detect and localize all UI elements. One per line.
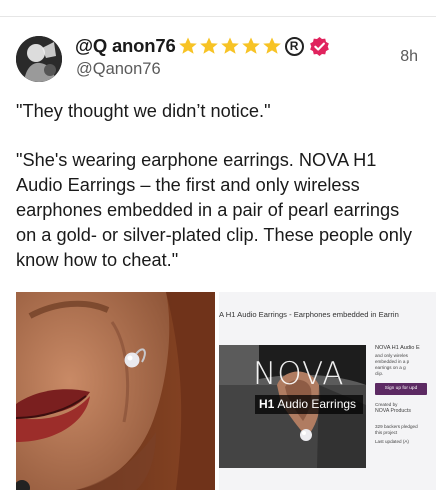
- author-display-name[interactable]: @Q anon76: [75, 35, 176, 57]
- post-timestamp[interactable]: 8h: [400, 48, 418, 66]
- top-divider: [0, 16, 436, 17]
- post-paragraph: "She's wearing earphone earrings. NOVA H…: [16, 150, 412, 270]
- post-body: "They thought we didn’t notice." "She's …: [16, 99, 422, 297]
- star-icon: [178, 37, 197, 54]
- star-emojis: [178, 36, 283, 56]
- caption-model: H1: [259, 397, 275, 411]
- caption-product: Audio Earrings: [277, 397, 357, 411]
- star-icon: [262, 37, 281, 54]
- ad-footer-line: this project: [375, 430, 398, 435]
- media-image-left[interactable]: [16, 292, 215, 490]
- media-image-right[interactable]: A H1 Audio Earrings - Earphones embedded…: [219, 292, 436, 490]
- ad-footer-line: Last updated (A): [375, 439, 409, 444]
- author-handle[interactable]: @Qanon76: [76, 60, 161, 79]
- author-name-row: @Q anon76 R: [75, 34, 330, 58]
- ad-panel-line: clip.: [375, 371, 384, 376]
- product-caption: H1 Audio Earrings: [255, 395, 363, 414]
- creator-name: NOVA Products: [375, 408, 411, 414]
- nova-logo-text: NOVA: [253, 356, 345, 392]
- ad-info-panel: NOVA H1 Audio E and only wireles embedde…: [375, 345, 436, 490]
- star-icon: [220, 37, 239, 54]
- ad-panel-heading: NOVA H1 Audio E: [375, 345, 420, 351]
- post-header: @Q anon76 R @Qanon76 8h: [16, 34, 420, 86]
- signup-button: Sign up for upd: [375, 383, 427, 395]
- star-icon: [199, 37, 218, 54]
- ad-page-title: A H1 Audio Earrings - Earphones embedded…: [219, 310, 399, 319]
- avatar[interactable]: [16, 36, 62, 82]
- verified-badge-icon: [309, 36, 329, 56]
- star-icon: [241, 37, 260, 54]
- registered-mark: R: [284, 36, 304, 56]
- post-paragraph: "They thought we didn’t notice.": [16, 101, 271, 121]
- post-media: A H1 Audio Earrings - Earphones embedded…: [16, 292, 436, 492]
